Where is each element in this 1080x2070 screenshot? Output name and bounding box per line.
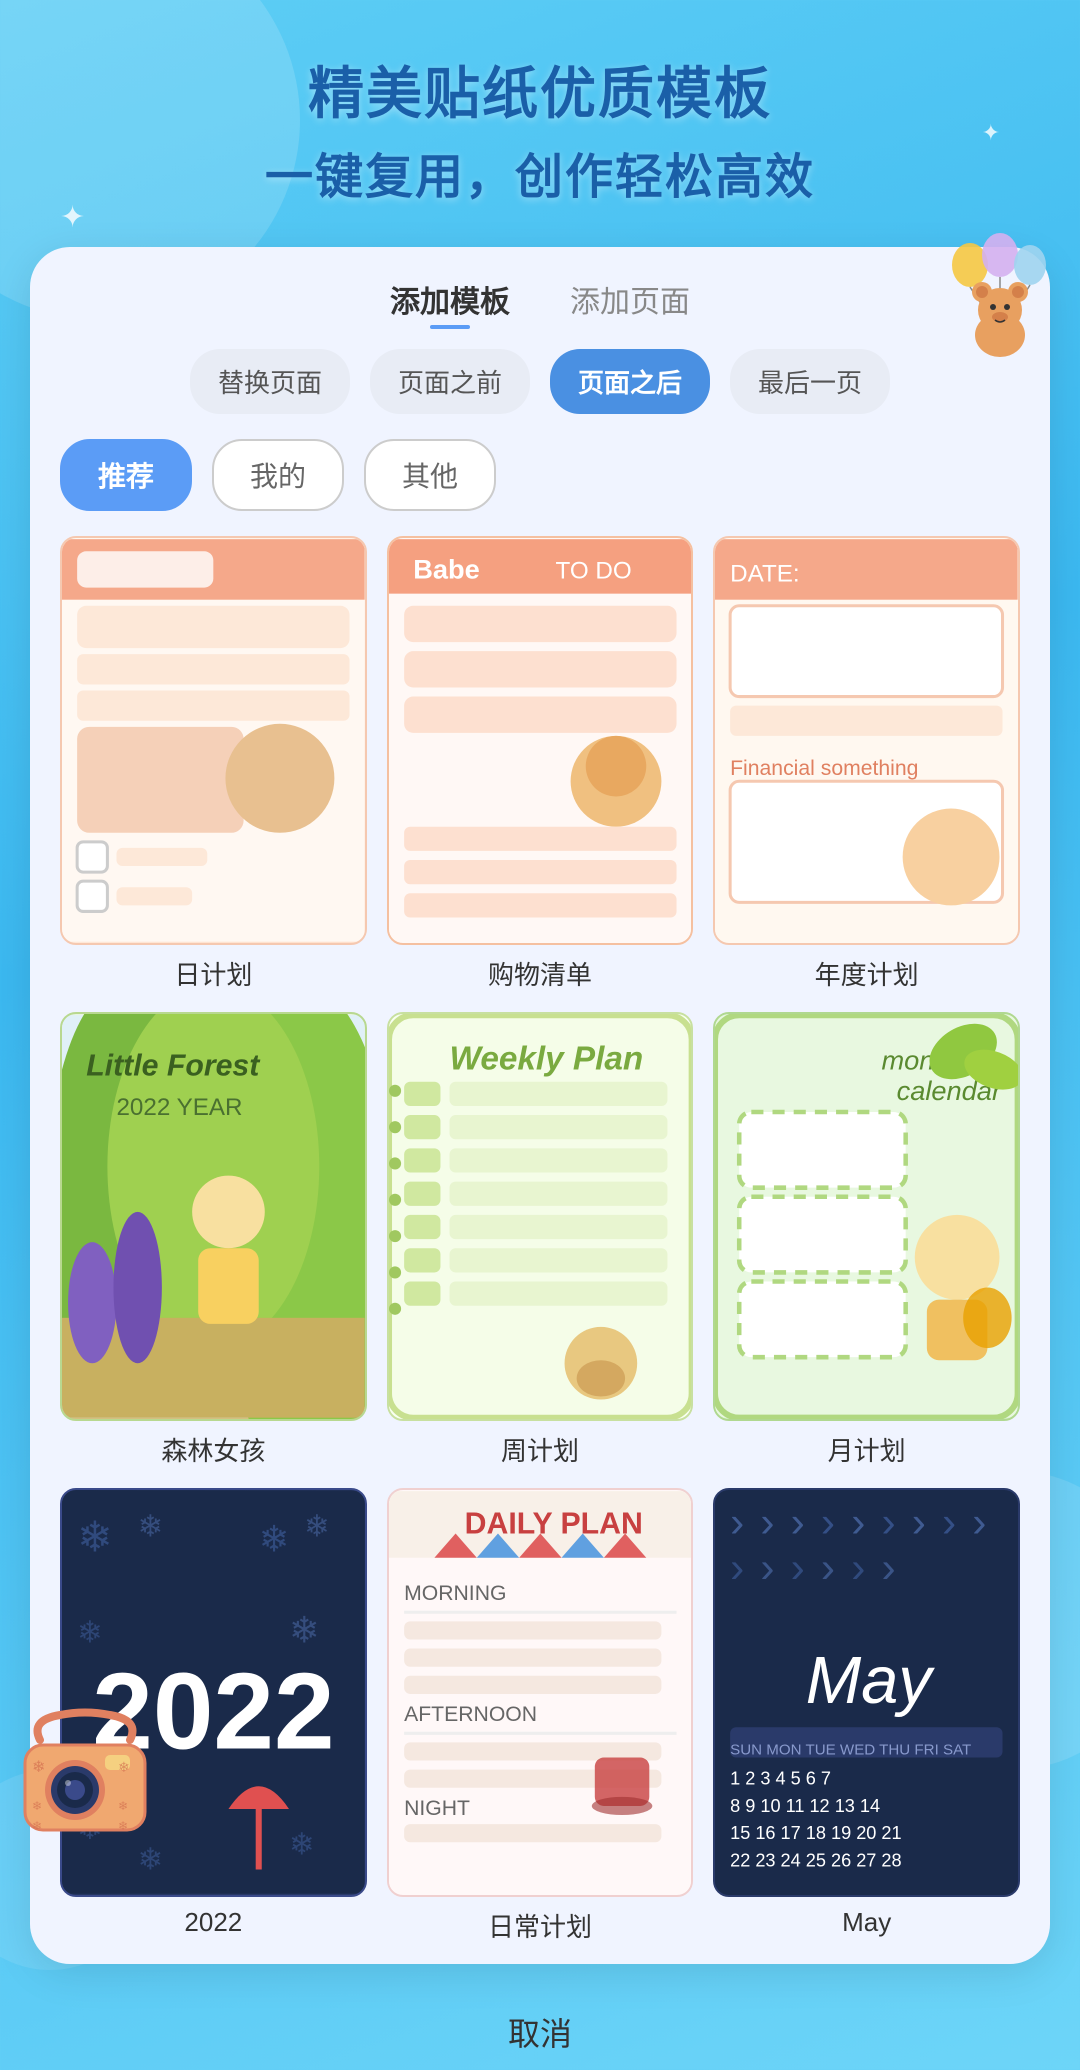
svg-text:›: › [791,1499,805,1546]
template-shopping[interactable]: Babe TO DO 购物清单 [387,536,694,992]
template-forest-thumb: Little Forest 2022 YEAR [60,1012,367,1421]
template-grid: 日计划 Babe TO DO [60,536,1020,1944]
svg-text:›: › [761,1544,775,1591]
tab-add-template[interactable]: 添加模板 [390,277,510,329]
svg-text:TO DO: TO DO [555,558,631,585]
svg-text:›: › [730,1499,744,1546]
svg-text:❄: ❄ [304,1511,329,1544]
category-row: 推荐 我的 其他 [60,439,1020,511]
svg-text:May: May [806,1644,935,1718]
svg-text:›: › [821,1544,835,1591]
svg-text:›: › [882,1544,896,1591]
svg-text:❄: ❄ [259,1519,289,1560]
svg-text:NIGHT: NIGHT [404,1797,470,1820]
template-monthly-thumb: monthly calendar [713,1012,1020,1421]
position-before-button[interactable]: 页面之前 [370,349,530,414]
cancel-area: 取消 [0,1984,1080,2070]
svg-text:❄: ❄ [32,1799,42,1813]
svg-text:❄: ❄ [32,1759,45,1776]
svg-text:AFTERNOON: AFTERNOON [404,1703,537,1726]
position-replace-button[interactable]: 替换页面 [190,349,350,414]
template-dailyplan-label: 日常计划 [488,1907,592,1944]
svg-text:2022 YEAR: 2022 YEAR [116,1094,242,1121]
svg-text:Weekly Plan: Weekly Plan [449,1041,643,1078]
template-dailyplan[interactable]: DAILY PLAN MORNING AFTERNOON [387,1488,694,1944]
svg-text:❄: ❄ [32,1819,42,1833]
svg-text:SUN MON TUE WED THU FRI SAT: SUN MON TUE WED THU FRI SAT [730,1741,971,1758]
position-after-button[interactable]: 页面之后 [550,349,710,414]
svg-text:❄: ❄ [77,1514,113,1561]
svg-text:❄: ❄ [118,1819,128,1833]
header-title-line1: 精美贴纸优质模板 [40,60,1040,127]
position-buttons-row: 替换页面 页面之前 页面之后 最后一页 [60,349,1020,414]
svg-text:DAILY PLAN: DAILY PLAN [464,1508,642,1541]
template-weekly-thumb: Weekly Plan [387,1012,694,1421]
svg-text:Financial something: Financial something [730,757,918,780]
template-monthly[interactable]: monthly calendar 月计划 [713,1012,1020,1468]
svg-text:❄: ❄ [77,1616,102,1649]
svg-text:›: › [852,1499,866,1546]
category-mine-button[interactable]: 我的 [212,439,344,511]
svg-text:Babe: Babe [413,554,480,585]
camera-decoration: ❄ ❄ ❄ ❄ ❄ ❄ [10,1700,160,1850]
svg-text:DATE:: DATE: [730,561,799,588]
tab-add-page[interactable]: 添加页面 [570,277,690,329]
svg-text:❄: ❄ [118,1799,128,1813]
template-daily-thumb [60,536,367,945]
svg-text:15 16 17 18 19 20 21: 15 16 17 18 19 20 21 [730,1823,902,1843]
template-2022-label: 2022 [184,1907,242,1938]
template-annual[interactable]: DATE: Financial something 年度计划 [713,536,1020,992]
header-title-line2: 一键复用，创作轻松高效 [40,137,1040,207]
template-shopping-thumb: Babe TO DO [387,536,694,945]
svg-text:›: › [912,1499,926,1546]
svg-text:❄: ❄ [289,1828,314,1861]
svg-text:›: › [791,1544,805,1591]
template-monthly-label: 月计划 [828,1431,906,1468]
template-may-thumb: › › › › › › › › › › › › › › › [713,1488,1020,1897]
svg-text:1 2 3 4 5 6 7: 1 2 3 4 5 6 7 [730,1769,831,1789]
cancel-button[interactable]: 取消 [508,2009,572,2055]
svg-text:❄: ❄ [138,1511,163,1544]
template-may-label: May [842,1907,891,1938]
position-last-button[interactable]: 最后一页 [730,349,890,414]
svg-text:8 9 10 11 12 13 14: 8 9 10 11 12 13 14 [730,1796,880,1816]
svg-text:Little Forest: Little Forest [86,1050,261,1083]
template-may[interactable]: › › › › › › › › › › › › › › › [713,1488,1020,1944]
svg-text:22 23 24 25 26 27 28: 22 23 24 25 26 27 28 [730,1850,902,1870]
template-daily[interactable]: 日计划 [60,536,367,992]
category-other-button[interactable]: 其他 [364,439,496,511]
template-annual-thumb: DATE: Financial something [713,536,1020,945]
svg-text:›: › [942,1499,956,1546]
template-weekly[interactable]: Weekly Plan [387,1012,694,1468]
template-forest-label: 森林女孩 [161,1431,265,1468]
template-weekly-label: 周计划 [501,1431,579,1468]
template-shopping-label: 购物清单 [488,955,592,992]
header: 精美贴纸优质模板 一键复用，创作轻松高效 [0,0,1080,237]
category-recommend-button[interactable]: 推荐 [60,439,192,511]
bear-balloon-decoration [940,230,1060,360]
svg-text:›: › [852,1544,866,1591]
svg-text:❄: ❄ [118,1759,130,1775]
svg-text:›: › [821,1499,835,1546]
svg-text:›: › [882,1499,896,1546]
svg-text:MORNING: MORNING [404,1582,506,1605]
svg-text:❄: ❄ [289,1609,319,1650]
svg-text:›: › [730,1544,744,1591]
template-annual-label: 年度计划 [815,955,919,992]
tabs-row: 添加模板 添加页面 [60,277,1020,329]
main-card: 添加模板 添加页面 替换页面 页面之前 页面之后 最后一页 推荐 我的 其他 [30,247,1050,1964]
template-dailyplan-thumb: DAILY PLAN MORNING AFTERNOON [387,1488,694,1897]
svg-text:›: › [973,1499,987,1546]
template-forest[interactable]: Little Forest 2022 YEAR 森林女孩 [60,1012,367,1468]
template-daily-label: 日计划 [174,955,252,992]
svg-text:›: › [761,1499,775,1546]
